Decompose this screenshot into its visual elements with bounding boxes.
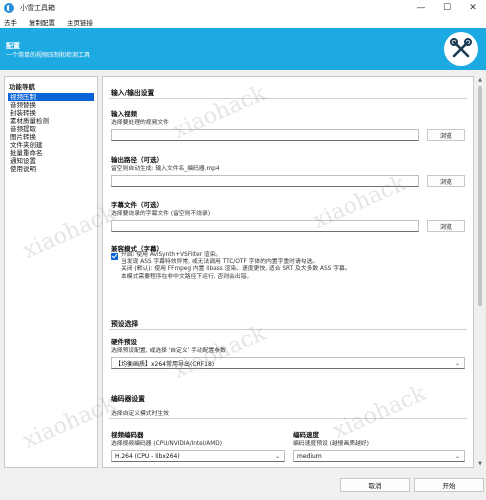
menu-item-homepage[interactable]: 主页链接 xyxy=(67,17,93,27)
start-button[interactable]: 开始 xyxy=(414,478,484,492)
preset-section-title: 预设选择 xyxy=(111,320,139,328)
subtitle-file-desc: 选择要烧录的字幕文件 (留空则不烧录) xyxy=(111,211,211,217)
scroll-thumb[interactable] xyxy=(478,86,482,306)
output-path-field[interactable] xyxy=(111,175,419,187)
encoder-section-title: 编码器设置 xyxy=(111,395,145,403)
window-controls: — ☐ ✕ xyxy=(408,0,486,16)
close-button[interactable]: ✕ xyxy=(460,0,486,16)
title-bar: 小雪工具箱 — ☐ ✕ xyxy=(0,0,486,16)
tools-icon xyxy=(444,32,478,66)
sidebar-item-help[interactable]: 使用说明 xyxy=(8,165,94,173)
sidebar: 功能导航 视频压制 音频替换 封装转换 素材质量检测 音频提取 图片转换 文件夹… xyxy=(4,76,98,468)
chevron-down-icon: ⌄ xyxy=(454,360,460,367)
sidebar-item-folder-create[interactable]: 文件夹创建 xyxy=(8,141,94,149)
sidebar-item-audio-extract[interactable]: 音频提取 xyxy=(8,125,94,133)
sidebar-item-audio-replace[interactable]: 音频替换 xyxy=(8,101,94,109)
subtitle-file-browse-button[interactable]: 浏览 xyxy=(427,220,465,232)
sidebar-item-remux[interactable]: 封装转换 xyxy=(8,109,94,117)
header-banner: 配置 一个简单的视频压制和检测工具 xyxy=(0,28,486,70)
sidebar-item-quality-check[interactable]: 素材质量检测 xyxy=(8,117,94,125)
compat-mode-line-4: 本模式需要程序在非中文路径下运行, 否则会出错。 xyxy=(121,273,253,280)
compat-mode-checkbox[interactable] xyxy=(111,253,118,260)
scroll-down-icon[interactable]: ▼ xyxy=(476,460,484,468)
preset-select-value: 【均衡画质】x264常用导出(CRF18) xyxy=(115,360,215,368)
io-section-title: 输入/输出设置 xyxy=(111,89,155,97)
menu-item-copy-config[interactable]: 复制配置 xyxy=(29,17,55,27)
sidebar-item-batch-rename[interactable]: 批量重命名 xyxy=(8,149,94,157)
sidebar-title: 功能导航 xyxy=(9,83,35,91)
app-logo-icon xyxy=(4,3,14,13)
section-divider xyxy=(109,98,467,99)
compat-mode-line-3: 关闭 (默认): 使用 FFmpeg 内置 libass 渲染。速度更快, 适合… xyxy=(121,266,351,273)
input-video-field[interactable] xyxy=(111,129,419,141)
section-divider xyxy=(109,418,467,419)
preset-select[interactable]: 【均衡画质】x264常用导出(CRF18) ⌄ xyxy=(111,357,465,369)
cancel-button[interactable]: 取消 xyxy=(340,478,410,492)
sidebar-item-video-encode[interactable]: 视频压制 xyxy=(8,93,94,101)
encode-speed-desc: 编码速度预设 (越慢画质越好) xyxy=(293,441,369,447)
minimize-button[interactable]: — xyxy=(408,0,434,16)
main-panel: 输入/输出设置 输入视频 选择要处理的视频文件 浏览 输出路径（可选） 留空则自… xyxy=(102,76,474,468)
compat-mode-option: 开启: 使用 AviSynth+VSFilter 渲染。 当发现 ASS 字幕特… xyxy=(111,252,351,281)
output-path-desc: 留空则自动生成: 输入文件名_编码器.mp4 xyxy=(111,166,220,172)
encode-speed-value: medium xyxy=(297,452,322,460)
maximize-button[interactable]: ☐ xyxy=(434,0,460,16)
menu-bar: 去手 复制配置 主页链接 xyxy=(0,16,486,28)
output-path-browse-button[interactable]: 浏览 xyxy=(427,175,465,187)
sidebar-list: 视频压制 音频替换 封装转换 素材质量检测 音频提取 图片转换 文件夹创建 批量… xyxy=(8,93,94,173)
chevron-down-icon: ⌄ xyxy=(454,453,460,460)
preset-desc: 选择预设配置, 或选择 '自定义' 手动配置参数 xyxy=(111,348,226,354)
video-encoder-value: H.264 (CPU - libx264) xyxy=(115,452,180,460)
window-title: 小雪工具箱 xyxy=(20,4,55,12)
main-scrollbar[interactable]: ▲ ▼ xyxy=(476,76,484,468)
encode-speed-select[interactable]: medium ⌄ xyxy=(293,450,465,462)
encoder-section-note: 选择自定义模式时生效 xyxy=(111,411,169,417)
compat-mode-desc: 开启: 使用 AviSynth+VSFilter 渲染。 当发现 ASS 字幕特… xyxy=(121,252,351,281)
sidebar-item-notify-settings[interactable]: 通知设置 xyxy=(8,157,94,165)
subtitle-file-field[interactable] xyxy=(111,220,419,232)
video-encoder-desc: 选择视频编码器 (CPU/NVIDIA/Intel/AMD) xyxy=(111,441,223,447)
header-subtitle: 一个简单的视频压制和检测工具 xyxy=(6,52,91,59)
sidebar-item-image-convert[interactable]: 图片转换 xyxy=(8,133,94,141)
section-divider xyxy=(109,329,467,330)
video-encoder-select[interactable]: H.264 (CPU - libx264) ⌄ xyxy=(111,450,285,462)
input-video-desc: 选择要处理的视频文件 xyxy=(111,120,169,126)
input-video-browse-button[interactable]: 浏览 xyxy=(427,129,465,141)
scroll-up-icon[interactable]: ▲ xyxy=(476,76,484,84)
menu-item-quit[interactable]: 去手 xyxy=(4,17,17,27)
chevron-down-icon: ⌄ xyxy=(274,453,280,460)
